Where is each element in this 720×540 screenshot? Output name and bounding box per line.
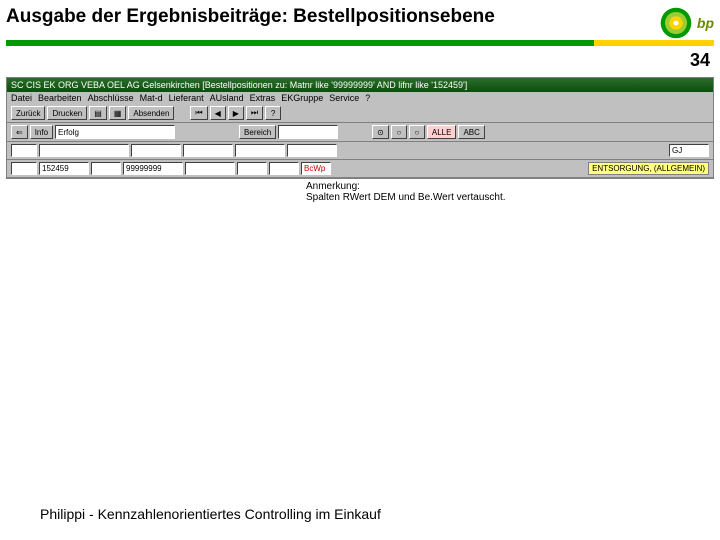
note-line-1: Anmerkung: [306, 181, 714, 192]
gj-field[interactable]: GJ [669, 144, 709, 157]
menu-item-9[interactable]: ? [365, 93, 370, 103]
print-button[interactable]: Drucken [47, 106, 87, 120]
bcwp-field[interactable]: BcWp [301, 162, 331, 175]
opt-b[interactable]: ○ [391, 125, 407, 139]
page-number: 34 [6, 48, 714, 77]
filter-row-2: 152459 99999999 BcWp ENTSORGUNG, (ALLGEM… [7, 160, 713, 178]
filter-row-1: GJ [7, 142, 713, 160]
filter-4[interactable] [235, 144, 285, 157]
bp-logo: bp [659, 4, 714, 40]
bereich-combo[interactable] [278, 125, 338, 139]
bereich-label: Bereich [239, 125, 276, 139]
menu-item-4[interactable]: Lieferant [169, 93, 204, 103]
menu-item-3[interactable]: Mat-d [140, 93, 163, 103]
slide-footer: Philippi - Kennzahlenorientiertes Contro… [40, 506, 381, 522]
info-button[interactable]: Info [30, 125, 53, 139]
app-window: SC CIS EK ORG VEBA OEL AG Gelsenkirchen … [6, 77, 714, 179]
nav-prev-button[interactable]: ◀ [210, 106, 226, 120]
category-label: ENTSORGUNG, (ALLGEMEIN) [588, 162, 709, 175]
absenden-button[interactable]: Absenden [128, 106, 174, 120]
erfolg-combo[interactable]: Erfolg [55, 125, 175, 139]
f2-5[interactable] [237, 162, 267, 175]
menu-item-6[interactable]: Extras [250, 93, 276, 103]
nav-first-button[interactable]: ⏮ [190, 106, 207, 120]
menu-item-2[interactable]: Abschlüsse [88, 93, 134, 103]
menubar: Datei Bearbeiten Abschlüsse Mat-d Lieferant A… [7, 92, 713, 104]
menu-item-7[interactable]: EKGruppe [281, 93, 323, 103]
alle-button[interactable]: ALLE [427, 125, 457, 139]
toolbar-2: ⇐ Info Erfolg Bereich ⊙ ○ ○ ALLE ABC [7, 123, 713, 142]
opt-a[interactable]: ⊙ [372, 125, 389, 139]
f2-2[interactable] [91, 162, 121, 175]
liefnr-filter[interactable]: 152459 [39, 162, 89, 175]
filter-0[interactable] [11, 144, 37, 157]
note-line-2: Spalten RWert DEM und Be.Wert vertauscht… [306, 192, 714, 203]
menu-item-0[interactable]: Datei [11, 93, 32, 103]
menu-item-1[interactable]: Bearbeiten [38, 93, 82, 103]
abc-button[interactable]: ABC [458, 125, 484, 139]
toolbar-icon-1[interactable]: ▤ [89, 106, 107, 120]
menu-item-8[interactable]: Service [329, 93, 359, 103]
f2-0[interactable] [11, 162, 37, 175]
f2-4[interactable] [185, 162, 235, 175]
nav-last-button[interactable]: ⏭ [246, 106, 263, 120]
f2-6[interactable] [269, 162, 299, 175]
opt-c[interactable]: ○ [409, 125, 425, 139]
matnr-filter[interactable]: 99999999 [123, 162, 183, 175]
annotation: Anmerkung: Spalten RWert DEM und Be.Wert… [6, 179, 714, 203]
nav-icon[interactable]: ⇐ [11, 125, 28, 139]
nav-next-button[interactable]: ▶ [228, 106, 244, 120]
divider-rule [6, 40, 714, 46]
menu-item-5[interactable]: AUsland [210, 93, 244, 103]
toolbar-icon-2[interactable]: ▦ [109, 106, 127, 120]
bp-logo-text: bp [697, 15, 714, 31]
toolbar-main: Zurück Drucken ▤ ▦ Absenden ⏮ ◀ ▶ ⏭ ? [7, 104, 713, 123]
help-button[interactable]: ? [265, 106, 281, 120]
back-button[interactable]: Zurück [11, 106, 45, 120]
slide-title: Ausgabe der Ergebnisbeiträge: Bestellpos… [6, 4, 495, 34]
filter-5[interactable] [287, 144, 337, 157]
filter-3[interactable] [183, 144, 233, 157]
filter-2[interactable] [131, 144, 181, 157]
window-titlebar: SC CIS EK ORG VEBA OEL AG Gelsenkirchen … [7, 78, 713, 92]
filter-1[interactable] [39, 144, 129, 157]
bp-helios-icon [659, 6, 693, 40]
